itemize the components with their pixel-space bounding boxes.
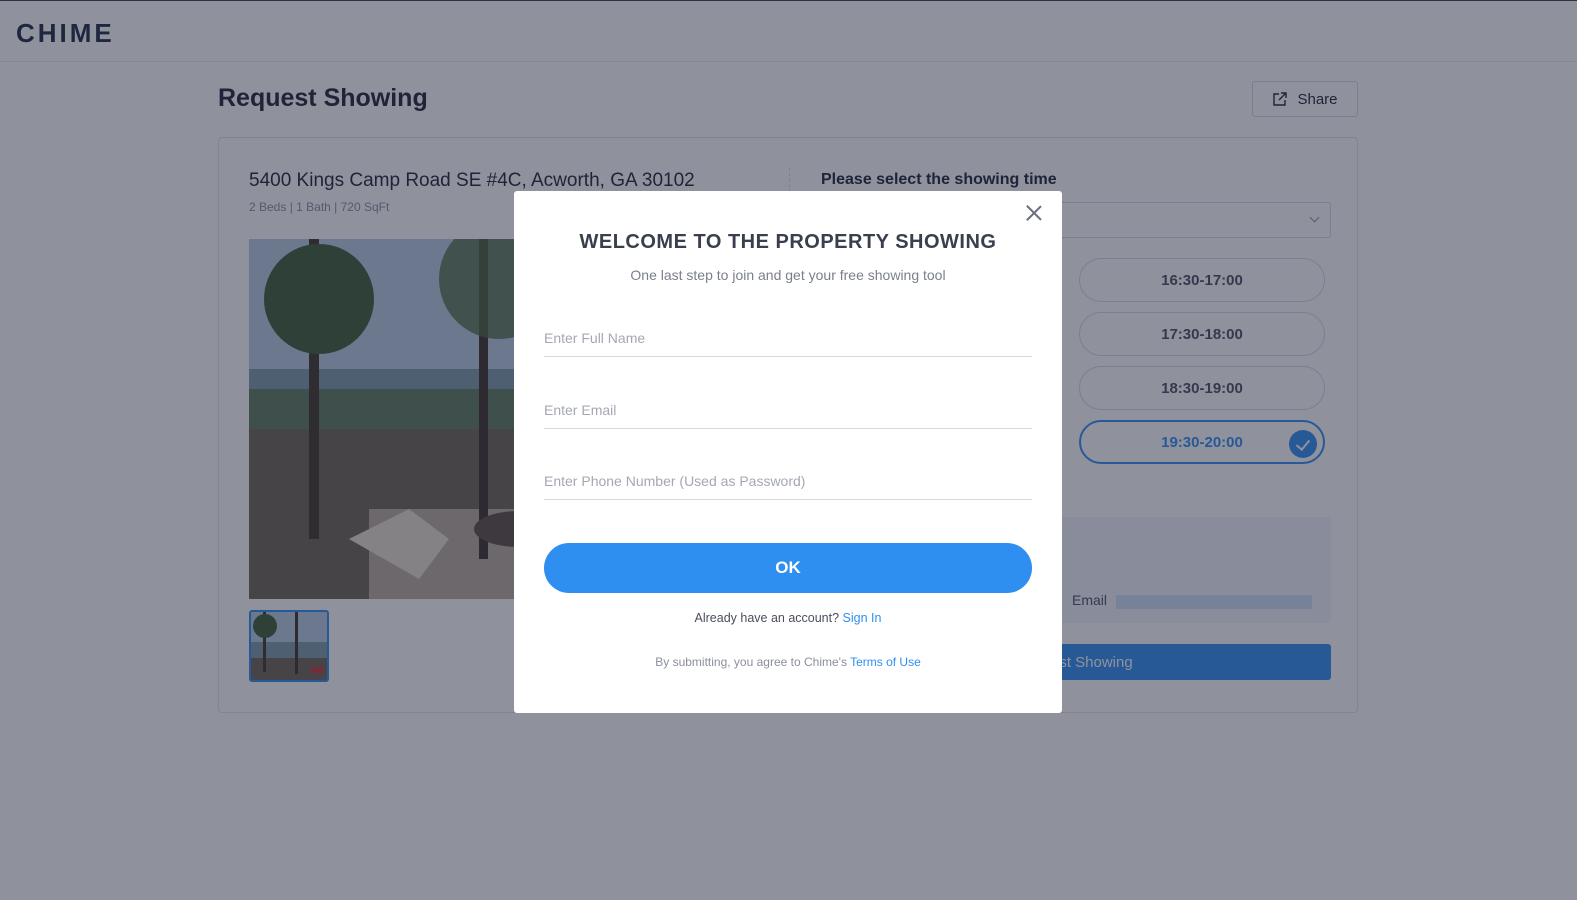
ok-button[interactable]: OK	[544, 543, 1032, 593]
close-icon[interactable]	[1024, 203, 1044, 223]
full-name-input[interactable]	[544, 319, 1032, 357]
terms-prefix: By submitting, you agree to Chime's	[655, 655, 847, 669]
signup-modal: WELCOME TO THE PROPERTY SHOWING One last…	[514, 191, 1062, 713]
modal-subtitle: One last step to join and get your free …	[630, 267, 946, 283]
account-prompt: Already have an account? Sign In	[514, 611, 1062, 625]
phone-input[interactable]	[544, 462, 1032, 500]
terms-notice: By submitting, you agree to Chime's Term…	[514, 655, 1062, 669]
modal-title: WELCOME TO THE PROPERTY SHOWING	[579, 231, 997, 253]
terms-of-use-link[interactable]: Terms of Use	[850, 655, 921, 669]
account-prompt-text: Already have an account?	[694, 611, 840, 625]
email-input[interactable]	[544, 391, 1032, 429]
sign-in-link[interactable]: Sign In	[843, 611, 882, 625]
